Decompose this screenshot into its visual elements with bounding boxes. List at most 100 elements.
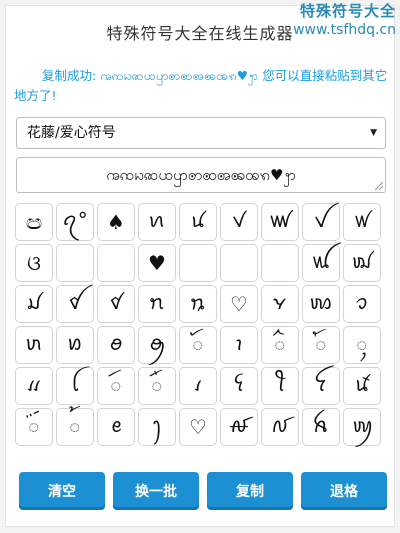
symbol-button[interactable]: ꪥ [97,285,135,323]
symbol-glyph: ♥ [148,251,166,275]
symbol-button[interactable]: ꪻ [261,367,299,405]
symbol-button[interactable]: ꪚ [220,203,258,241]
symbol-category-select[interactable]: 花藤/爱心符号 ▼ [16,117,386,149]
symbol-button[interactable]: ꫛ [220,408,258,446]
symbol-glyph: ㅤ [65,252,85,277]
symbol-button[interactable]: ㅤ [261,244,299,282]
symbol-glyph: ꪯ [149,331,165,355]
symbol-button[interactable]: ꪫ [343,285,381,323]
symbol-button[interactable]: ꪐ [343,408,381,446]
symbol-button[interactable]: ꪮ [97,326,135,364]
symbol-button[interactable]: ꪯ [138,326,176,364]
symbol-glyph: ꫀ [110,413,122,437]
symbol-button[interactable]: ꪡ [302,244,340,282]
symbol-button[interactable]: ꫂ [138,408,176,446]
symbol-glyph: ꫛ [228,413,250,437]
symbol-button[interactable]: ꪣ [15,285,53,323]
output-text: ꩠꩡꩢꩣꩤꩥꩦꩧꩨꩩꩪꩫ♥ꩭ [106,166,296,184]
symbol-button[interactable]: ꪛ [261,203,299,241]
symbol-glyph: ଓ [27,251,41,275]
symbol-button[interactable]: ꪴ [343,326,381,364]
symbol-glyph: ㅤ [229,252,249,277]
symbol-button[interactable]: ♥ [138,244,176,282]
symbol-glyph: ꪶ [71,372,79,396]
symbol-button[interactable]: ㅤ [97,244,135,282]
symbol-grid: ඏ ꪖ° ♠ ꪕ ꪙ ꪚ ꪛ ꪜ ꪝ ଓ ㅤㅤ ♥ ㅤㅤㅤ ꪡ ꪢ ꪣ ꪤ ꪥ ꪦ ꪧ ♡ ꪩ ꪪ ꪫ ꪬ ꪭ ꪮ ꪯꪰ ꪱꪴꪲꪳ ꪵ ꪶꪷ… [15,203,387,446]
symbol-glyph: ꫁ [69,413,81,437]
symbol-button[interactable]: ꪼ [302,367,340,405]
symbol-button[interactable]: ꪦ [138,285,176,323]
symbol-button[interactable]: ꪜ [302,203,340,241]
symbol-button[interactable]: ꪖ° [56,203,94,241]
symbol-button[interactable]: ꪝ [343,203,381,241]
symbol-glyph: ꪧ [189,290,207,314]
symbol-glyph: ꪐ [351,413,373,437]
symbol-glyph: ꪩ [272,290,288,314]
symbol-button[interactable]: ꪧ [179,285,217,323]
symbol-glyph: ꪸ [151,372,163,396]
symbol-button[interactable]: ꪹ [179,367,217,405]
symbol-button[interactable]: ꪭ [56,326,94,364]
symbol-glyph: ꪖ° [62,208,88,232]
symbol-button[interactable]: ꪪ [302,285,340,323]
symbol-button[interactable]: ꪷ [97,367,135,405]
symbol-glyph: ꪦ [148,290,166,314]
watermark-url: www.tsfhdq.cn [293,22,396,38]
symbol-button[interactable]: ♡ [220,285,258,323]
symbol-button[interactable]: ꪶ [56,367,94,405]
symbol-glyph: ꪻ [274,372,286,396]
watermark-site-name: 特殊符号大全 [299,2,396,20]
symbol-button[interactable]: ꪺ [220,367,258,405]
symbol-button[interactable]: ㅤ [56,244,94,282]
symbol-button[interactable]: ꪳ [302,326,340,364]
symbol-button[interactable]: ꪱ [220,326,258,364]
symbol-glyph: ꪮ [109,331,123,355]
symbol-button[interactable]: ꪩ [261,285,299,323]
category-selected-value: 花藤/爱心符号 [27,125,116,141]
symbol-button[interactable]: ꪸ [138,367,176,405]
symbol-button[interactable]: ♡ [179,408,217,446]
symbol-button[interactable]: ꪬ [15,326,53,364]
symbol-button[interactable]: ꪽ [343,367,381,405]
symbol-glyph: ꪼ [314,372,328,396]
symbol-glyph: ꪴ [356,331,368,355]
resize-grip-icon[interactable] [375,182,383,190]
symbol-button[interactable]: ꪕ [138,203,176,241]
clear-button[interactable]: 清空 [19,472,105,510]
action-buttons: 清空 换一批 复制 退格 [19,472,387,510]
symbol-button[interactable]: ꪵ [15,367,53,405]
symbol-button[interactable]: ꫝ [302,408,340,446]
symbol-glyph: ꪛ [269,208,291,232]
symbol-button[interactable]: ꫀ [97,408,135,446]
symbol-output-textarea[interactable]: ꩠꩡꩢꩣꩤꩥꩦꩧꩨꩩꩪꩫ♥ꩭ [16,157,386,193]
symbol-glyph: ꫂ [152,413,162,437]
symbol-button[interactable]: ꪙ [179,203,217,241]
symbol-button[interactable]: ꪤ [56,285,94,323]
symbol-glyph: ꪡ [311,249,331,273]
symbol-glyph: ㅤ [270,252,290,277]
chevron-down-icon: ▼ [370,128,377,138]
symbol-button[interactable]: ㅤ [179,244,217,282]
symbol-button[interactable]: ଓ [15,244,53,282]
symbol-button[interactable]: ඏ [15,203,53,241]
copy-status-message: 复制成功: ꩠꩡꩢꩣꩤꩥꩦꩧꩨꩩꩪꩫ♥ꩭ 您可以直接粘贴到其它地方了! [14,66,392,106]
backspace-button[interactable]: 退格 [301,472,387,510]
symbol-button[interactable]: ꫁ [56,408,94,446]
symbol-glyph: ꫝ [312,413,330,437]
symbol-glyph: ♡ [189,415,207,439]
symbol-glyph: ♠ [107,210,125,234]
symbol-button[interactable]: ♠ [97,203,135,241]
symbol-glyph: ꪰ [192,331,204,355]
symbol-button[interactable]: ꪲ [261,326,299,364]
symbol-button[interactable]: ꪾ [15,408,53,446]
symbol-button[interactable]: ꫜ [261,408,299,446]
copy-button[interactable]: 复制 [207,472,293,510]
symbol-glyph: ꪾ [28,413,40,437]
symbol-button[interactable]: ㅤ [220,244,258,282]
symbol-glyph: ꪜ [314,208,328,232]
symbol-button[interactable]: ꪰ [179,326,217,364]
symbol-glyph: ♡ [230,292,248,316]
symbol-button[interactable]: ꪢ [343,244,381,282]
symbol-glyph: ꪥ [109,290,123,314]
next-batch-button[interactable]: 换一批 [113,472,199,510]
